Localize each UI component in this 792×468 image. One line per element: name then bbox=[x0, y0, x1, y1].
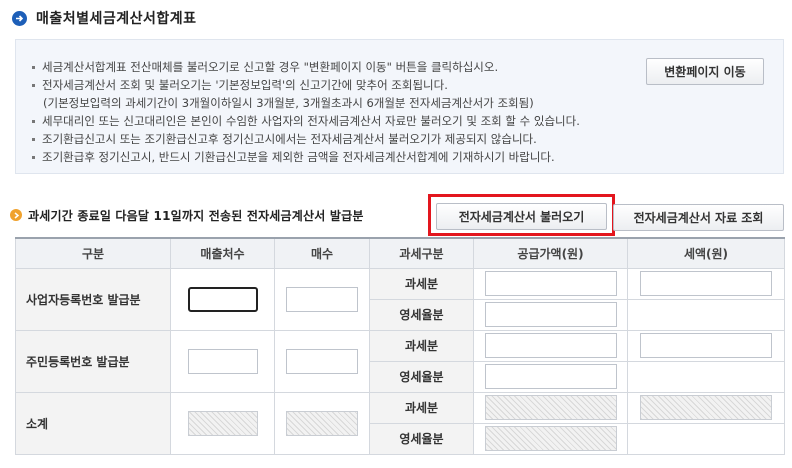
supply-amount-input[interactable] bbox=[484, 302, 617, 327]
view-e-tax-invoice-button[interactable]: 전자세금계산서 자료 조회 bbox=[613, 204, 784, 231]
table-header-row: 구분 매출처수 매수 과세구분 공급가액(원) 세액(원) bbox=[15, 237, 785, 269]
notice-box: 세금계산서합계표 전산매체를 불러오기로 신고할 경우 "변환페이지 이동" 버… bbox=[15, 39, 784, 174]
arrow-right-circle-icon bbox=[12, 10, 27, 26]
customer-count-cell bbox=[170, 329, 275, 393]
row-label: 소계 bbox=[15, 391, 171, 455]
supply-amount-cell bbox=[473, 267, 628, 300]
supply-amount-input[interactable] bbox=[484, 271, 617, 296]
tax-type-label: 영세율분 bbox=[369, 360, 474, 393]
bullet-dot-icon bbox=[32, 120, 35, 123]
notice-text: 조기환급후 정기신고시, 반드시 기환급신고분을 제외한 금액을 전자세금계산서… bbox=[42, 150, 555, 164]
supply-amount-input[interactable] bbox=[484, 333, 617, 358]
customer-count-disabled-field bbox=[187, 410, 258, 436]
bullet-dot-icon bbox=[32, 156, 35, 159]
empty-cell bbox=[627, 422, 785, 455]
notice-item: 조기환급후 정기신고시, 반드시 기환급신고분을 제외한 금액을 전자세금계산서… bbox=[32, 148, 580, 166]
page-header: 매출처별세금계산서합계표 bbox=[12, 8, 197, 28]
supply-amount-cell bbox=[473, 422, 628, 455]
supply-amount-disabled-field bbox=[484, 426, 617, 451]
notice-item: 세무대리인 또는 신고대리인은 본인이 수임한 사업자의 전자세금계산서 자료만… bbox=[32, 112, 580, 130]
page-title: 매출처별세금계산서합계표 bbox=[36, 11, 197, 27]
section-header: 과세기간 종료일 다음달 11일까지 전송된 전자세금계산서 발급분 bbox=[10, 203, 364, 227]
supply-amount-cell bbox=[473, 391, 628, 424]
summary-table: 구분 매출처수 매수 과세구분 공급가액(원) 세액(원) 사업자등록번호 발급… bbox=[15, 237, 785, 455]
notice-item: 세금계산서합계표 전산매체를 불러오기로 신고할 경우 "변환페이지 이동" 버… bbox=[32, 58, 580, 76]
notice-text: 조기환급신고시 또는 조기환급신고후 정기신고시에서는 전자세금계산서 불러오기… bbox=[42, 132, 537, 146]
column-header: 매수 bbox=[274, 237, 370, 269]
notice-text: 세금계산서합계표 전산매체를 불러오기로 신고할 경우 "변환페이지 이동" 버… bbox=[42, 60, 499, 74]
tax-amount-cell bbox=[627, 391, 785, 424]
table-row: 주민등록번호 발급분 과세분 bbox=[15, 329, 785, 393]
customer-count-cell bbox=[170, 267, 275, 331]
section-title: 과세기간 종료일 다음달 11일까지 전송된 전자세금계산서 발급분 bbox=[28, 208, 364, 223]
notice-text: 전자세금계산서 조회 및 불러오기는 '기본정보입력'의 신고기간에 맞추어 조… bbox=[42, 78, 448, 92]
bullet-dot-icon bbox=[32, 66, 35, 69]
convert-page-button[interactable]: 변환페이지 이동 bbox=[646, 58, 764, 85]
tax-amount-disabled-field bbox=[640, 395, 772, 420]
tax-type-label: 과세분 bbox=[369, 267, 474, 300]
notice-text: 세무대리인 또는 신고대리인은 본인이 수임한 사업자의 전자세금계산서 자료만… bbox=[42, 114, 580, 128]
column-header: 과세구분 bbox=[369, 237, 474, 269]
tax-amount-input[interactable] bbox=[640, 333, 772, 358]
notice-item: 전자세금계산서 조회 및 불러오기는 '기본정보입력'의 신고기간에 맞추어 조… bbox=[32, 76, 580, 94]
arrow-right-circle-icon bbox=[10, 209, 22, 221]
invoice-count-disabled-field bbox=[286, 410, 358, 436]
column-header: 세액(원) bbox=[627, 237, 785, 269]
row-label: 사업자등록번호 발급분 bbox=[15, 267, 171, 331]
supply-amount-cell bbox=[473, 329, 628, 362]
supply-amount-cell bbox=[473, 298, 628, 331]
customer-count-input[interactable] bbox=[187, 348, 258, 374]
notice-item: (기본정보입력의 과세기간이 3개월이하일시 3개월분, 3개월초과시 6개월분… bbox=[32, 94, 580, 112]
column-header: 매출처수 bbox=[170, 237, 275, 269]
supply-amount-input[interactable] bbox=[484, 364, 617, 389]
notice-list: 세금계산서합계표 전산매체를 불러오기로 신고할 경우 "변환페이지 이동" 버… bbox=[32, 58, 580, 166]
bullet-dot-icon bbox=[32, 138, 35, 141]
supply-amount-disabled-field bbox=[484, 395, 617, 420]
load-e-tax-invoice-button[interactable]: 전자세금계산서 불러오기 bbox=[436, 203, 607, 230]
supply-amount-cell bbox=[473, 360, 628, 393]
invoice-count-input[interactable] bbox=[286, 348, 358, 374]
notice-text: (기본정보입력의 과세기간이 3개월이하일시 3개월분, 3개월초과시 6개월분… bbox=[43, 96, 534, 110]
tax-amount-cell bbox=[627, 267, 785, 300]
invoice-count-cell bbox=[274, 391, 370, 455]
tax-type-label: 영세율분 bbox=[369, 298, 474, 331]
invoice-count-cell bbox=[274, 267, 370, 331]
customer-count-input[interactable] bbox=[187, 286, 258, 312]
tax-amount-input[interactable] bbox=[640, 271, 772, 296]
customer-count-cell bbox=[170, 391, 275, 455]
column-header: 공급가액(원) bbox=[473, 237, 628, 269]
empty-cell bbox=[627, 298, 785, 331]
bullet-dot-icon bbox=[32, 84, 35, 87]
tax-type-label: 과세분 bbox=[369, 329, 474, 362]
table-row: 소계 과세분 bbox=[15, 391, 785, 455]
column-header: 구분 bbox=[15, 237, 171, 269]
table-row: 사업자등록번호 발급분 과세분 bbox=[15, 267, 785, 331]
notice-item: 조기환급신고시 또는 조기환급신고후 정기신고시에서는 전자세금계산서 불러오기… bbox=[32, 130, 580, 148]
empty-cell bbox=[627, 360, 785, 393]
invoice-count-cell bbox=[274, 329, 370, 393]
row-label: 주민등록번호 발급분 bbox=[15, 329, 171, 393]
tax-amount-cell bbox=[627, 329, 785, 362]
tax-type-label: 영세율분 bbox=[369, 422, 474, 455]
tax-type-label: 과세분 bbox=[369, 391, 474, 424]
invoice-count-input[interactable] bbox=[286, 286, 358, 312]
